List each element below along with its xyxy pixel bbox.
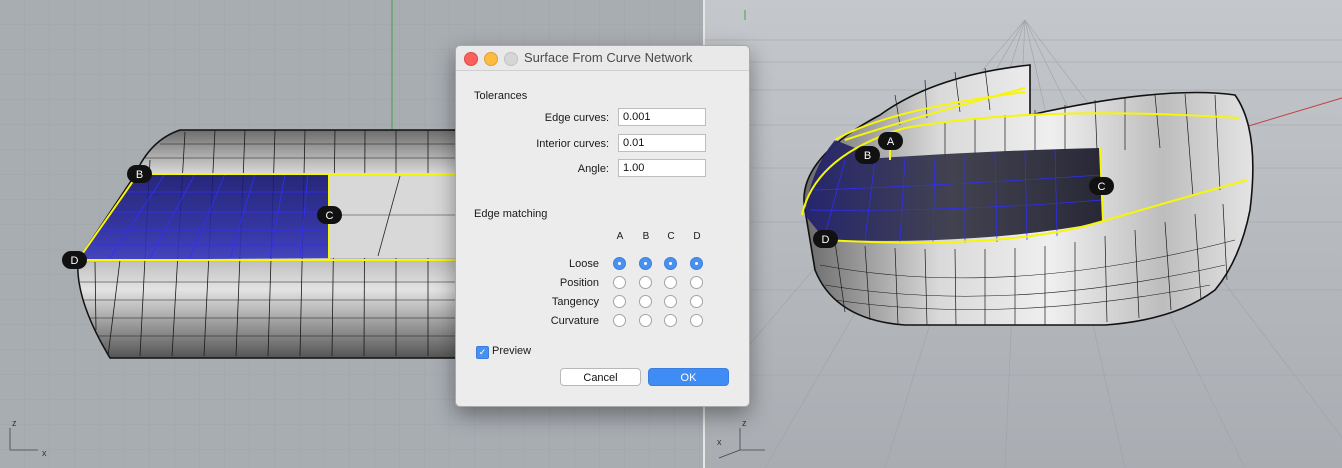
tangency-b-radio[interactable]: [639, 295, 652, 308]
curvature-label: Curvature: [550, 315, 599, 327]
z-axis-label: z: [742, 418, 747, 428]
column-b-header: B: [642, 231, 650, 242]
edge-curves-label: Edge curves:: [544, 112, 609, 124]
curvature-b-radio[interactable]: [639, 314, 652, 327]
interior-curves-field[interactable]: [618, 134, 706, 152]
tangency-a-radio[interactable]: [613, 295, 626, 308]
dialog-titlebar[interactable]: Surface From Curve Network: [456, 46, 749, 71]
preview-label[interactable]: Preview: [492, 345, 531, 357]
loose-label: Loose: [569, 258, 599, 270]
curvature-a-radio[interactable]: [613, 314, 626, 327]
edge-matching-heading: Edge matching: [474, 208, 548, 220]
ok-button[interactable]: OK: [648, 368, 729, 386]
curve-label-a: A: [887, 136, 895, 148]
cancel-button[interactable]: Cancel: [560, 368, 641, 386]
surface-from-curve-network-dialog: Surface From Curve Network Tolerances Ed…: [455, 45, 750, 407]
x-axis-label: x: [42, 448, 47, 458]
x-axis-label: x: [717, 437, 722, 447]
tangency-d-radio[interactable]: [690, 295, 703, 308]
tangency-label: Tangency: [551, 296, 599, 308]
curve-label-c: C: [326, 210, 334, 222]
curve-label-c: C: [1098, 181, 1106, 193]
position-b-radio[interactable]: [639, 276, 652, 289]
position-a-radio[interactable]: [613, 276, 626, 289]
position-c-radio[interactable]: [664, 276, 677, 289]
position-label: Position: [559, 277, 599, 289]
loose-a-radio[interactable]: [613, 257, 626, 270]
angle-label: Angle:: [577, 163, 609, 175]
curve-label-b: B: [864, 150, 871, 162]
angle-field[interactable]: [618, 159, 706, 177]
loose-d-radio[interactable]: [690, 257, 703, 270]
dialog-title: Surface From Curve Network: [524, 50, 693, 65]
tangency-c-radio[interactable]: [664, 295, 677, 308]
column-a-header: A: [616, 231, 624, 242]
preview-checkbox[interactable]: ✓: [476, 346, 489, 359]
curvature-d-radio[interactable]: [690, 314, 703, 327]
curve-label-b: B: [136, 169, 143, 181]
curvature-c-radio[interactable]: [664, 314, 677, 327]
loose-b-radio[interactable]: [639, 257, 652, 270]
interior-curves-label: Interior curves:: [536, 138, 609, 150]
column-d-header: D: [693, 231, 701, 242]
column-c-header: C: [667, 231, 675, 242]
tolerances-heading: Tolerances: [474, 90, 528, 102]
z-axis-label: z: [12, 418, 17, 428]
position-d-radio[interactable]: [690, 276, 703, 289]
perspective-viewport[interactable]: A B C D z x: [705, 0, 1342, 468]
curve-label-d: D: [71, 255, 79, 267]
curve-label-d: D: [822, 234, 830, 246]
edge-curves-field[interactable]: [618, 108, 706, 126]
loose-c-radio[interactable]: [664, 257, 677, 270]
